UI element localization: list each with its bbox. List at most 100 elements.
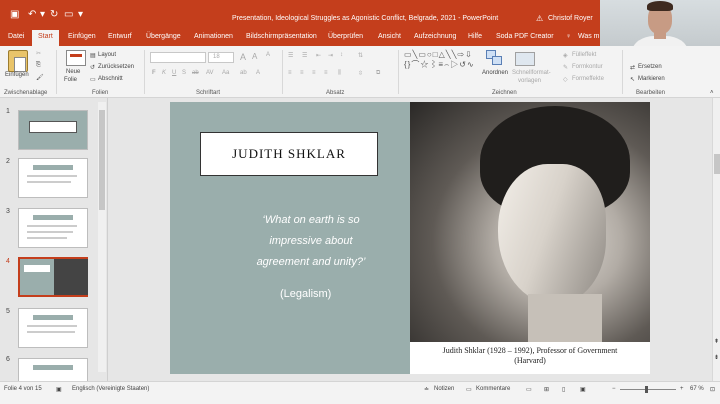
slide-quote[interactable]: ‘What on earth is so impressive about ag… [236,210,386,273]
slide-thumbnail-2[interactable] [18,158,88,198]
thumbnail-scroll-handle[interactable] [99,110,105,210]
shrink-font-icon[interactable]: A [252,52,257,61]
indent-icon[interactable]: ⇤ [316,52,321,59]
tab-aufzeichnung[interactable]: Aufzeichnung [414,33,456,40]
reset-button[interactable]: Zurücksetzen [98,64,134,70]
zoom-slider-handle[interactable] [645,386,648,393]
slide-thumbnail-5[interactable] [18,308,88,348]
smartart-icon[interactable]: ⧉ [376,70,380,77]
arrange-icon[interactable] [486,50,504,66]
strikethrough-icon[interactable]: ab [192,70,199,76]
slide-thumbnail-3[interactable] [18,208,88,248]
copy-icon[interactable]: ⎘ [36,62,41,69]
align-right-icon[interactable]: ≡ [312,70,316,76]
new-slide-label-1[interactable]: Neue [66,69,80,75]
previous-slide-icon[interactable]: ⇞ [714,338,719,345]
underline-icon[interactable]: U [172,70,176,76]
columns-icon[interactable]: ⫼ [338,70,341,77]
normal-view-icon[interactable]: ▭ [526,386,532,393]
slide-thumbnail-4[interactable] [18,257,88,297]
zoom-level[interactable]: 67 % [690,386,704,392]
replace-button[interactable]: Ersetzen [638,64,662,70]
align-center-icon[interactable]: ≡ [300,70,304,76]
notes-button[interactable]: Notizen [434,386,454,392]
fit-to-window-icon[interactable]: ⊡ [710,386,715,393]
zoom-out-icon[interactable]: − [612,386,616,392]
reading-view-icon[interactable]: ▯ [562,386,565,393]
new-slide-label-2[interactable]: Folie [64,77,77,83]
paste-button[interactable]: Einfügen [5,72,29,78]
slide-sorter-icon[interactable]: ⊞ [544,386,549,393]
line-spacing-icon[interactable]: ↕ [340,52,343,58]
font-family-select[interactable] [150,52,206,63]
user-name[interactable]: Christof Royer [548,15,593,22]
photo-caption[interactable]: Judith Shklar (1928 – 1992), Professor o… [410,342,650,374]
bold-icon[interactable]: F [152,70,156,76]
change-case-icon[interactable]: Aa [222,70,229,76]
tab-ueberpruefen[interactable]: Überprüfen [328,33,363,40]
slideshow-view-icon[interactable]: ▣ [580,386,586,393]
new-slide-icon[interactable] [66,50,86,66]
tab-entwurf[interactable]: Entwurf [108,33,132,40]
quick-styles-label-2[interactable]: vorlagen [518,78,541,84]
canvas-scroll-handle[interactable] [714,154,720,174]
shape-fill-button[interactable]: Fülleffekt [572,52,596,58]
tab-soda-pdf-creator[interactable]: Soda PDF Creator [496,33,554,40]
zoom-in-icon[interactable]: + [680,386,684,392]
current-slide[interactable]: JUDITH SHKLAR ‘What on earth is so impre… [170,102,650,374]
tab-datei[interactable]: Datei [8,33,24,40]
undo-icon[interactable]: ↶ [28,9,36,20]
comments-button[interactable]: Kommentare [476,386,510,392]
zoom-slider[interactable] [620,389,676,390]
slide-thumbnail-6[interactable] [18,358,88,381]
layout-button[interactable]: Layout [98,52,116,58]
font-color-icon[interactable]: A [256,70,260,76]
italic-icon[interactable]: K [162,70,166,76]
char-spacing-icon[interactable]: AV [206,70,214,76]
shadow-icon[interactable]: S [182,70,186,76]
tab-uebergaenge[interactable]: Übergänge [146,33,181,40]
tab-start[interactable]: Start [32,30,59,46]
font-size-select[interactable]: 18 [208,52,234,63]
quick-styles-icon[interactable] [515,52,535,66]
outdent-icon[interactable]: ⇥ [328,52,333,59]
highlight-icon[interactable]: ab [240,70,247,76]
shape-effects-button[interactable]: Formeffekte [572,76,604,82]
tell-me-search[interactable]: Was m [578,33,600,40]
spellcheck-icon[interactable]: ▣ [56,386,62,393]
canvas-scrollbar[interactable]: ⇞ ⇟ [712,98,720,381]
arrange-button[interactable]: Anordnen [482,70,508,76]
save-icon[interactable]: ▣ [10,9,19,20]
select-button[interactable]: Markieren [638,76,665,82]
slide-thumbnail-1[interactable] [18,110,88,150]
format-painter-icon[interactable]: 🖌 [36,74,44,81]
collapse-ribbon-icon[interactable]: ˄ [710,90,714,96]
next-slide-icon[interactable]: ⇟ [714,354,719,361]
grow-font-icon[interactable]: A [240,52,246,62]
clear-formatting-icon[interactable]: A [266,52,270,58]
numbering-icon[interactable]: ☰ [302,52,307,59]
shapes-gallery[interactable]: ▭╲▭○□△╲╲⇨⇩ {}⌒☆⌇≡⌢▷↺∿ [404,50,478,70]
tab-animationen[interactable]: Animationen [194,33,233,40]
shape-outline-button[interactable]: Formkontur [572,64,603,70]
tab-einfuegen[interactable]: Einfügen [68,33,96,40]
quote-source[interactable]: (Legalism) [280,288,331,300]
align-text-icon[interactable]: ⇳ [358,70,363,77]
portrait-photo[interactable] [410,102,650,342]
justify-icon[interactable]: ≡ [324,70,328,76]
tab-ansicht[interactable]: Ansicht [378,33,401,40]
customize-toolbar-icon[interactable]: ▾ [78,9,83,20]
bullets-icon[interactable]: ☰ [288,52,293,59]
section-button[interactable]: Abschnitt [98,76,123,82]
thumbnail-scrollbar[interactable] [98,102,106,372]
quick-styles-label-1[interactable]: Schnellformat- [512,70,551,76]
tab-bildschirmpraesentation[interactable]: Bildschirmpräsentation [246,33,317,40]
slide-title-box[interactable]: JUDITH SHKLAR [200,132,378,176]
cut-icon[interactable]: ✂ [36,50,41,57]
redo-icon[interactable]: ↻ [50,9,58,20]
language-indicator[interactable]: Englisch (Vereinigte Staaten) [72,386,149,392]
undo-dropdown-icon[interactable]: ▾ [40,9,45,20]
start-slideshow-icon[interactable]: ▭ [64,9,73,20]
align-left-icon[interactable]: ≡ [288,70,292,76]
text-direction-icon[interactable]: ⇅ [358,52,363,59]
